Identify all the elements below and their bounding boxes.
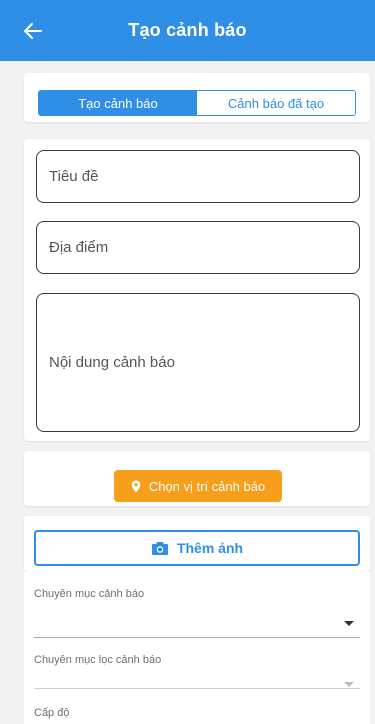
- back-button[interactable]: [20, 18, 46, 44]
- filter-category-select-underline[interactable]: [34, 688, 360, 689]
- app-header: Tạo cảnh báo: [0, 0, 375, 61]
- level-select-label: Cấp độ: [34, 707, 70, 719]
- map-pin-icon: [131, 480, 141, 492]
- filter-category-dropdown-caret[interactable]: [344, 682, 354, 687]
- location-card: Chọn vị trí cảnh báo: [24, 451, 370, 506]
- camera-icon: [151, 541, 168, 555]
- choose-location-label: Chọn vị trí cảnh báo: [148, 478, 266, 494]
- title-input[interactable]: Tiêu đề: [36, 150, 360, 203]
- content-placeholder: Nội dung cảnh báo: [49, 354, 175, 371]
- page-title: Tạo cảnh báo: [128, 20, 247, 40]
- tab-created-alerts[interactable]: Cảnh báo đã tạo: [197, 91, 355, 115]
- add-photo-label: Thêm ảnh: [176, 540, 244, 556]
- select-fields-section: Chuyên mục cảnh báo Chuyên mục lọc cảnh …: [24, 572, 370, 724]
- content-textarea[interactable]: Nội dung cảnh báo: [36, 293, 360, 432]
- tab-segment-control: Tạo cảnh báo Cảnh báo đã tạo: [38, 90, 356, 116]
- arrow-left-icon: [24, 23, 42, 39]
- photo-card: Thêm ảnh: [24, 516, 370, 572]
- tab-card: Tạo cảnh báo Cảnh báo đã tạo: [24, 73, 370, 122]
- title-placeholder: Tiêu đề: [49, 168, 99, 185]
- category-dropdown-caret[interactable]: [344, 621, 354, 626]
- app-screen: Tạo cảnh báo Tạo cảnh báo Cảnh báo đã tạ…: [0, 0, 375, 724]
- place-input[interactable]: Địa điểm: [36, 221, 360, 274]
- place-placeholder: Địa điểm: [49, 239, 109, 256]
- add-photo-button[interactable]: Thêm ảnh: [34, 530, 360, 566]
- choose-location-button[interactable]: Chọn vị trí cảnh báo: [114, 470, 282, 502]
- category-select-underline[interactable]: [34, 637, 360, 638]
- filter-category-select-label: Chuyên mục lọc cảnh báo: [34, 654, 162, 666]
- tab-create-alert[interactable]: Tạo cảnh báo: [39, 91, 197, 115]
- alert-form-card: Tiêu đề Địa điểm Nội dung cảnh báo: [24, 139, 370, 441]
- category-select-label: Chuyên mục cảnh báo: [34, 588, 145, 600]
